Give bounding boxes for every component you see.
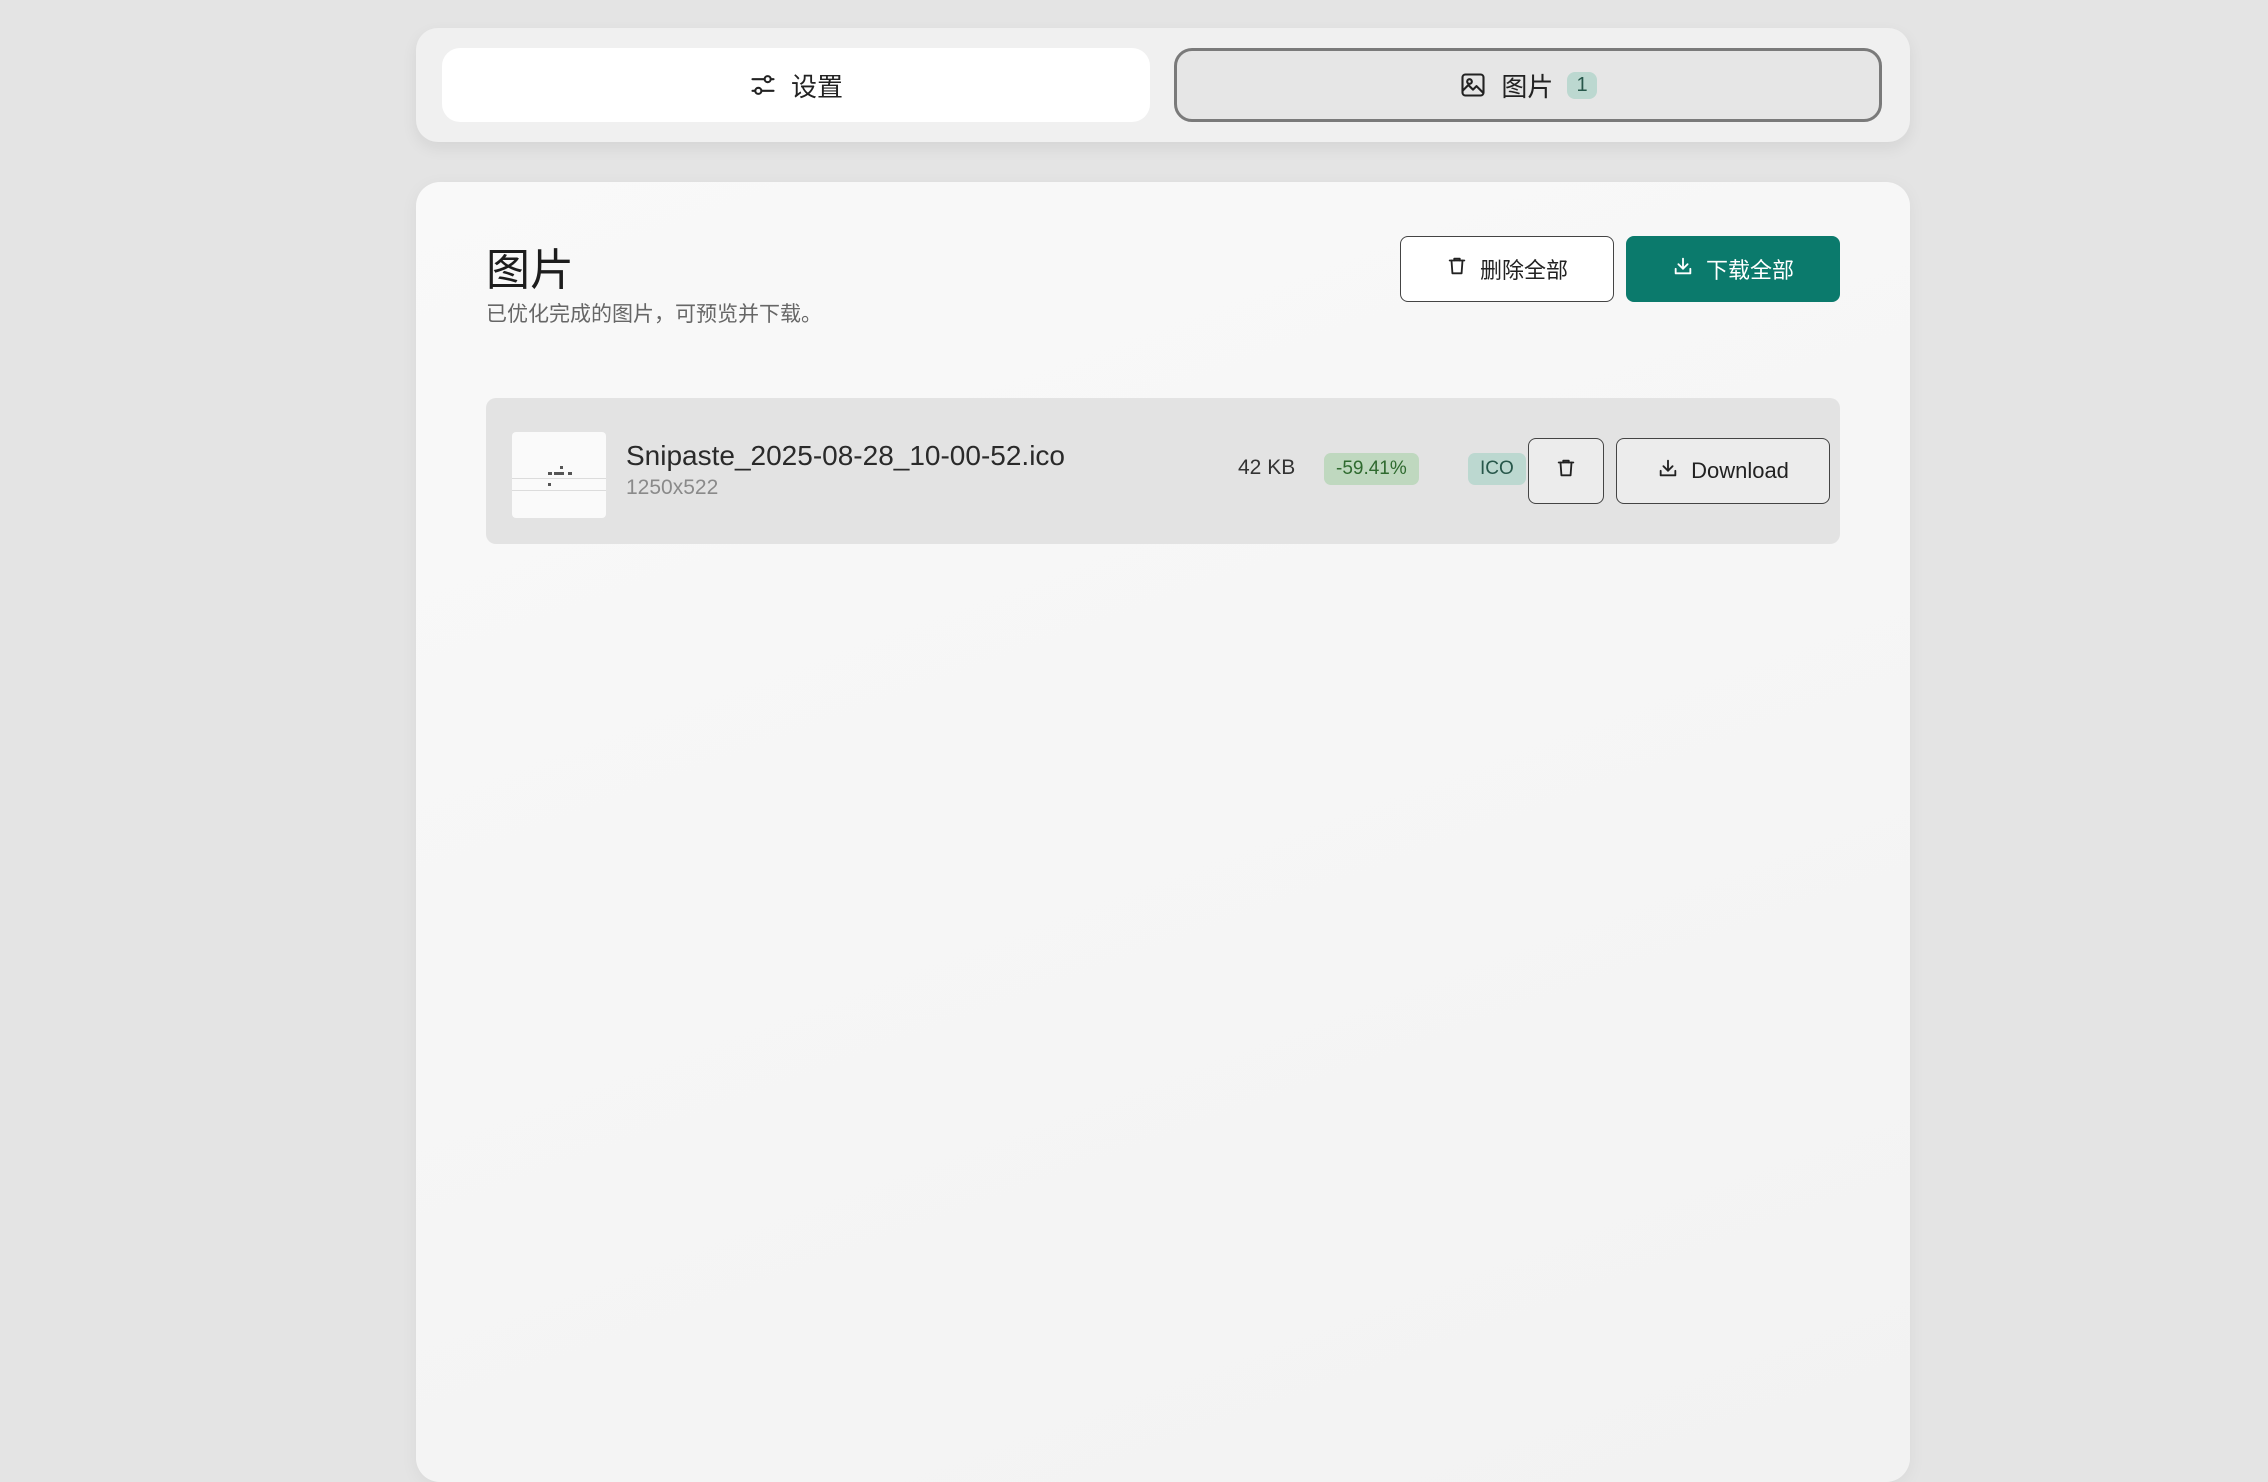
page-title: 图片 [486,246,574,295]
download-file-label: Download [1691,458,1789,483]
download-all-label: 下载全部 [1705,258,1794,283]
tab-bar: 设置 图片 1 [416,28,1910,142]
tab-settings-label: 设置 [790,71,843,102]
file-size: 42 KB [1238,456,1296,479]
trash-icon [1555,457,1577,485]
page-subtitle: 已优化完成的图片，可预览并下载。 [486,303,822,326]
download-file-button[interactable]: Download [1616,438,1830,504]
sliders-icon [749,71,777,99]
download-icon [1657,457,1679,485]
images-count-badge: 1 [1567,71,1597,99]
images-panel: 图片 已优化完成的图片，可预览并下载。 删除全部 下载全部 Snipaste_2… [416,182,1910,1482]
file-thumbnail[interactable] [512,432,606,518]
trash-icon [1446,255,1468,283]
savings-badge: -59.41% [1324,453,1419,485]
delete-file-button[interactable] [1528,438,1604,504]
file-dimensions: 1250x522 [626,476,719,499]
image-icon [1459,71,1487,99]
file-name: Snipaste_2025-08-28_10-00-52.ico [626,440,1065,471]
format-badge: ICO [1468,453,1526,485]
file-row: Snipaste_2025-08-28_10-00-52.ico 1250x52… [486,398,1840,544]
tab-settings[interactable]: 设置 [442,48,1150,122]
delete-all-button[interactable]: 删除全部 [1400,236,1614,302]
tab-images[interactable]: 图片 1 [1174,48,1882,122]
download-all-button[interactable]: 下载全部 [1626,236,1840,302]
delete-all-label: 删除全部 [1479,258,1568,283]
tab-images-label: 图片 [1501,71,1554,102]
download-icon [1672,255,1694,283]
